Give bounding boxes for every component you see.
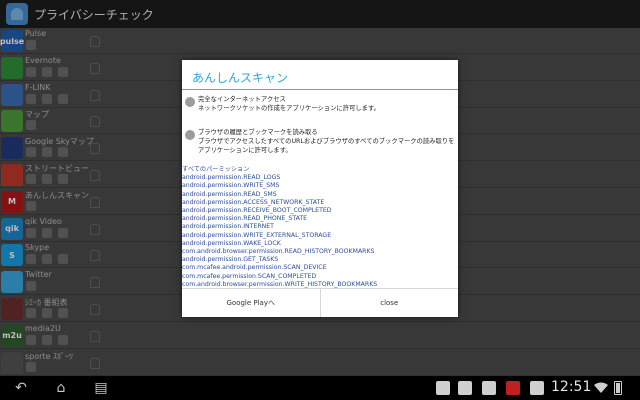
dialog-divider — [182, 89, 458, 90]
dialog-title: あんしんスキャン — [192, 71, 289, 85]
permission-entry: com.android.browser.permission.READ_HIST… — [182, 248, 375, 256]
permission-entry: android.permission.GET_TASKS — [182, 256, 279, 264]
permission-entry: android.permission.WRITE_SMS — [182, 182, 280, 190]
permission-entry: android.permission.WRITE_EXTERNAL_STORAG… — [182, 231, 332, 239]
battery-icon — [614, 381, 622, 395]
back-icon[interactable]: ↶ — [10, 380, 32, 396]
all-permissions-list: すべてのパーミッション android.permission.READ_LOGS… — [182, 166, 458, 289]
permission-entry: android.permission.ACCESS_NETWORK_STATE — [182, 198, 325, 206]
permission-dialog: あんしんスキャン 完全なインターネットアクセス ネットワークソケットの作成をアプ… — [182, 60, 458, 317]
permission-entry: android.permission.READ_PHONE_STATE — [182, 215, 308, 223]
bookmark-icon — [185, 130, 195, 140]
perm-bookmarks-title: ブラウザの履歴とブックマークを読み取る — [198, 129, 318, 136]
google-play-button[interactable]: Google Playへ — [182, 289, 320, 317]
clock[interactable]: 12:51 — [551, 379, 591, 395]
permission-entry: android.permission.INTERNET — [182, 223, 274, 231]
recent-apps-icon[interactable]: ▤ — [90, 380, 112, 396]
permission-entry: com.mcafee.permission.SCAN_COMPLETED — [182, 272, 317, 280]
perm-internet-desc: ネットワークソケットの作成をアプリケーションに許可します。 — [198, 105, 380, 112]
android-debug-icon[interactable] — [458, 381, 472, 395]
mcafee-notification-icon[interactable] — [506, 381, 520, 395]
home-icon[interactable]: ⌂ — [50, 380, 72, 396]
perm-internet-title: 完全なインターネットアクセス — [198, 96, 286, 103]
wifi-icon — [594, 382, 608, 393]
perm-bookmarks-desc: ブラウザでアクセスしたすべてのURLおよびブラウザのすべてのブックマークの読み取… — [198, 138, 455, 154]
network-icon — [185, 97, 195, 107]
permission-entry: android.permission.WAKE_LOCK — [182, 239, 281, 247]
system-bar: ↶ ⌂ ▤ 12:51 — [0, 376, 640, 400]
news-notification-icon[interactable] — [530, 381, 544, 395]
dialog-buttons: Google Playへ close — [182, 288, 458, 317]
permission-entry: android.permission.RECEIVE_BOOT_COMPLETE… — [182, 207, 332, 215]
usb-debug-icon[interactable] — [482, 381, 496, 395]
permission-entry: com.mcafee.android.permission.SCAN_DEVIC… — [182, 264, 327, 272]
close-button[interactable]: close — [319, 289, 459, 317]
permission-entry: android.permission.READ_LOGS — [182, 174, 281, 182]
permission-entry: android.permission.READ_SMS — [182, 190, 277, 198]
usb-icon[interactable] — [436, 381, 450, 395]
all-permissions-header: すべてのパーミッション — [182, 166, 250, 173]
